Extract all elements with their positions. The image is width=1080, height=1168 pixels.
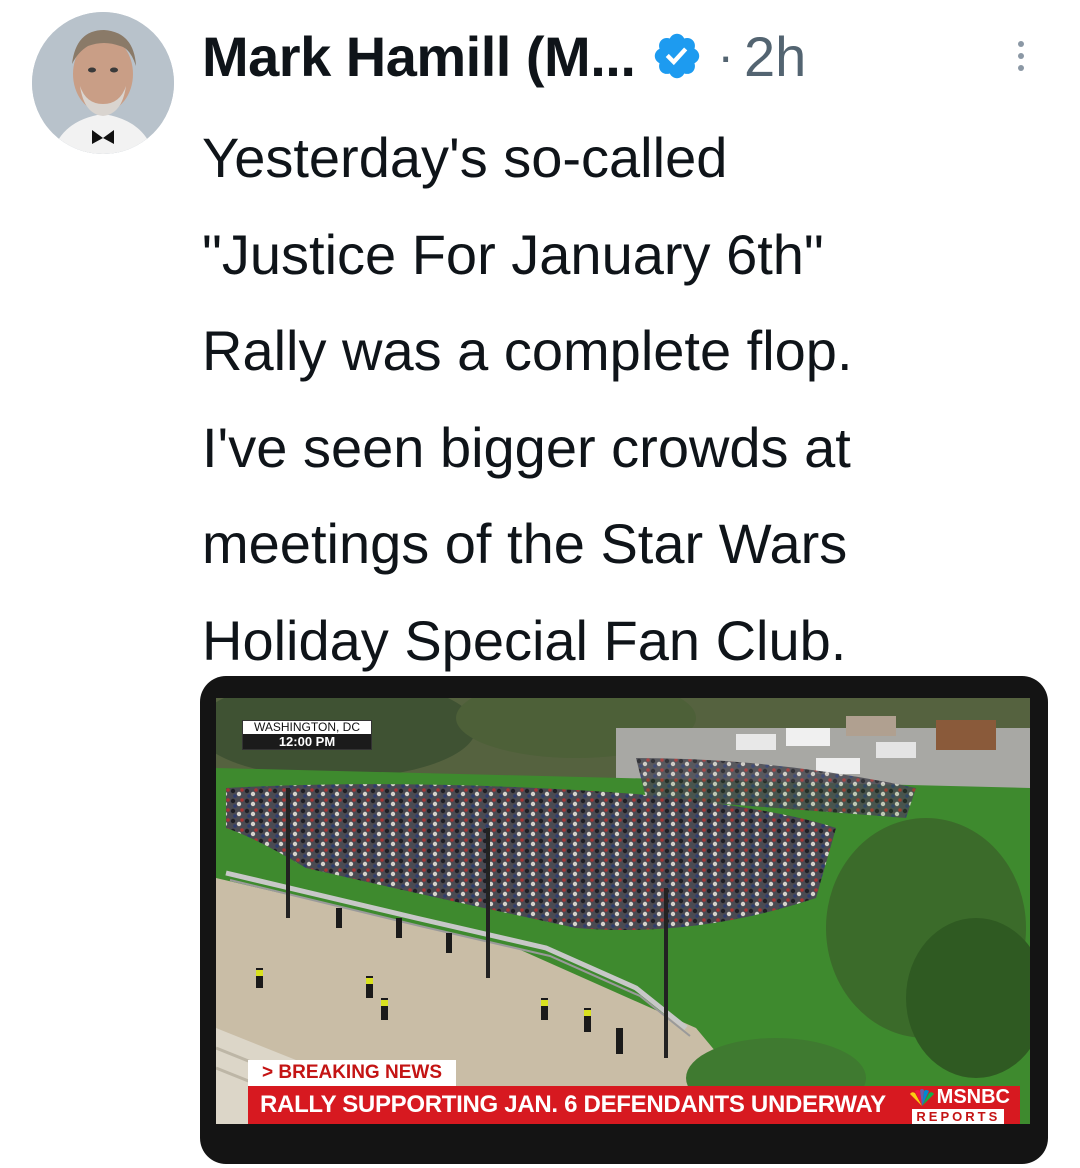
verified-badge-icon [655,33,700,79]
tweet-timestamp[interactable]: 2h [744,24,806,89]
news-headline-bar: RALLY SUPPORTING JAN. 6 DEFENDANTS UNDER… [248,1086,1020,1124]
tweet-media[interactable]: WASHINGTON, DC 12:00 PM > BREAKING NEWS … [200,676,1048,1164]
author-avatar[interactable] [32,12,174,154]
breaking-news-tag: > BREAKING NEWS [248,1060,456,1086]
msnbc-logo: MSNBC REPORTS [907,1086,1010,1124]
network-name: MSNBC [936,1086,1010,1108]
separator-dot: · [717,28,735,84]
time-label: 12:00 PM [243,734,371,749]
tv-screen: WASHINGTON, DC 12:00 PM > BREAKING NEWS … [216,698,1030,1124]
location-bug: WASHINGTON, DC 12:00 PM [242,720,372,750]
author-name[interactable]: Mark Hamill (M... [202,24,636,89]
news-headline: RALLY SUPPORTING JAN. 6 DEFENDANTS UNDER… [260,1091,886,1118]
tweet-header: Mark Hamill (M... · 2h [202,16,1062,96]
location-label: WASHINGTON, DC [253,720,360,734]
more-options-icon[interactable] [1018,41,1026,71]
network-subtitle: REPORTS [912,1109,1005,1124]
peacock-icon [909,1088,934,1106]
avatar-portrait [32,12,174,154]
tweet-text: Yesterday's so-called "Justice For Janua… [202,126,853,672]
